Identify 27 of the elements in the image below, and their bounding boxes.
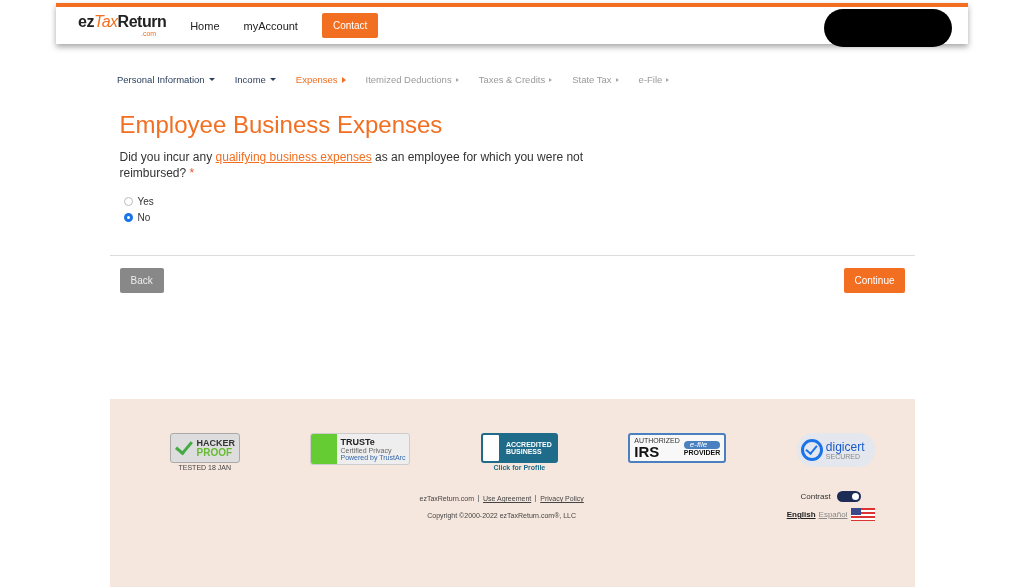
step-tab[interactable]: Personal Information	[117, 74, 215, 85]
contrast-toggle[interactable]	[836, 491, 861, 502]
contrast-label: Contrast	[800, 492, 831, 501]
info-link[interactable]: qualifying business expenses	[215, 150, 372, 164]
caret-icon	[615, 77, 619, 82]
back-button[interactable]: Back	[119, 268, 164, 293]
caret-icon	[269, 78, 276, 81]
caret-icon	[341, 76, 346, 83]
caret-icon	[455, 77, 459, 82]
caret-icon	[208, 78, 215, 81]
radio-button[interactable]	[123, 213, 133, 222]
nav-link[interactable]: Home	[190, 19, 220, 32]
radio-button[interactable]	[123, 197, 133, 206]
caret-icon	[549, 77, 553, 82]
page-title: Employee Business Expenses	[119, 111, 444, 139]
option-label: Yes	[137, 196, 154, 207]
nav-link[interactable]: myAccount	[243, 19, 298, 32]
language-link[interactable]: Español	[818, 510, 848, 519]
flag-icon	[850, 508, 875, 521]
step-tab[interactable]: Income	[234, 74, 276, 85]
step-tab[interactable]: Expenses	[295, 74, 346, 85]
check-icon	[800, 439, 823, 461]
hacker-badge[interactable]: HACKER PROOF	[169, 433, 240, 463]
language-link[interactable]: English	[786, 510, 816, 519]
question-text: Did you incur any qualifying business expenses as an employee for which you were not reimbursed? *	[119, 149, 585, 181]
caret-icon	[666, 77, 670, 82]
option-label: No	[137, 212, 151, 223]
